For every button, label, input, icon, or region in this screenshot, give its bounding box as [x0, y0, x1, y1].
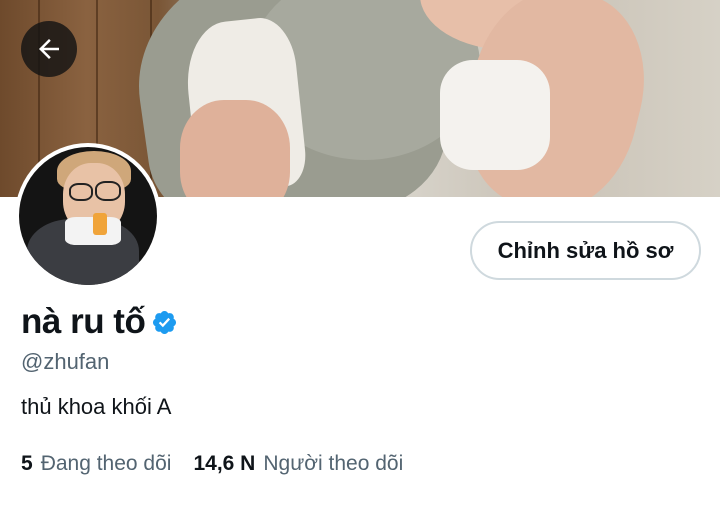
profile-name-row: nà ru tố [21, 302, 178, 342]
edit-profile-label: Chỉnh sửa hồ sơ [497, 237, 674, 263]
verified-badge-icon[interactable] [151, 309, 178, 336]
following-label: Đang theo dõi [40, 452, 172, 475]
profile-stats: 5 Đang theo dõi 14,6 N Người theo dõi [21, 452, 403, 476]
display-name: nà ru tố [21, 302, 146, 341]
avatar-photo [19, 147, 157, 285]
followers-stat[interactable]: 14,6 N Người theo dõi [193, 452, 403, 476]
following-count: 5 [21, 452, 33, 475]
edit-profile-button[interactable]: Chỉnh sửa hồ sơ [470, 221, 701, 280]
profile-handle: @zhufan [21, 349, 110, 374]
avatar[interactable] [15, 143, 161, 289]
profile-bio: thủ khoa khối A [21, 394, 172, 419]
arrow-left-icon [39, 39, 59, 59]
following-stat[interactable]: 5 Đang theo dõi [21, 452, 171, 476]
followers-count: 14,6 N [193, 452, 256, 475]
back-button[interactable] [21, 21, 77, 77]
followers-label: Người theo dõi [263, 452, 404, 475]
